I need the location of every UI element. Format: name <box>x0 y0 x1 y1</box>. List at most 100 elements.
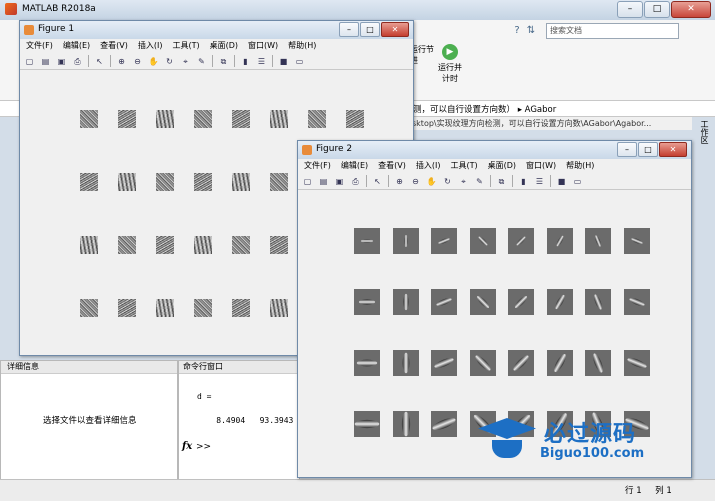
menu-window[interactable]: 窗口(W) <box>526 159 556 173</box>
zoom-in-icon[interactable]: ⊕ <box>394 176 405 187</box>
menu-file[interactable]: 文件(F) <box>26 39 53 53</box>
texture-tile <box>194 173 212 191</box>
hide-tools-icon[interactable]: ■ <box>278 56 289 67</box>
zoom-in-icon[interactable]: ⊕ <box>116 56 127 67</box>
run-icon: ▶ <box>442 44 458 60</box>
print-icon[interactable]: ⎙ <box>72 56 83 67</box>
open-icon[interactable]: ▤ <box>40 56 51 67</box>
menu-help[interactable]: 帮助(H) <box>566 159 594 173</box>
texture-tile <box>156 236 174 254</box>
menu-tools[interactable]: 工具(T) <box>450 159 477 173</box>
main-window-controls: – □ ✕ <box>616 1 711 18</box>
menu-window[interactable]: 窗口(W) <box>248 39 278 53</box>
new-figure-icon[interactable]: ▢ <box>302 176 313 187</box>
menu-file[interactable]: 文件(F) <box>304 159 331 173</box>
texture-tile <box>80 110 98 128</box>
figure1-title: Figure 1 <box>38 24 75 34</box>
save-icon[interactable]: ▣ <box>334 176 345 187</box>
minimize-button[interactable]: – <box>617 142 637 157</box>
gabor-tile <box>469 228 496 254</box>
texture-tile <box>232 110 250 128</box>
close-button[interactable]: ✕ <box>671 1 711 18</box>
colorbar-icon[interactable]: ▮ <box>518 176 529 187</box>
save-icon[interactable]: ▣ <box>56 56 67 67</box>
print-icon[interactable]: ⎙ <box>350 176 361 187</box>
pointer-icon[interactable]: ↖ <box>94 56 105 67</box>
help-icon[interactable]: ? <box>510 24 524 38</box>
data-cursor-icon[interactable]: ⌖ <box>458 176 469 187</box>
gabor-tile <box>546 350 573 376</box>
close-button[interactable]: ✕ <box>381 22 409 37</box>
rotate-icon[interactable]: ↻ <box>442 176 453 187</box>
menu-view[interactable]: 查看(V) <box>100 39 128 53</box>
menu-view[interactable]: 查看(V) <box>378 159 406 173</box>
gabor-kernel <box>554 234 565 248</box>
menu-help[interactable]: 帮助(H) <box>288 39 316 53</box>
function-icon[interactable]: fx <box>182 441 192 452</box>
watermark-brand: 必过源码 <box>544 422 637 447</box>
minimize-button[interactable]: – <box>339 22 359 37</box>
texture-tile <box>194 110 212 128</box>
menu-desktop[interactable]: 桌面(D) <box>210 39 238 53</box>
data-cursor-icon[interactable]: ⌖ <box>180 56 191 67</box>
gabor-tile <box>585 289 611 315</box>
link-icon[interactable]: ⧉ <box>496 176 507 187</box>
texture-tile <box>118 299 136 317</box>
arrow-icon[interactable]: ⇅ <box>524 24 538 38</box>
search-input[interactable]: 搜索文档 <box>546 23 679 39</box>
texture-tile <box>270 236 288 254</box>
run-and-time-button[interactable]: ▶ 运行并 计时 <box>435 44 465 84</box>
new-figure-icon[interactable]: ▢ <box>24 56 35 67</box>
maximize-button[interactable]: □ <box>360 22 380 37</box>
command-window[interactable]: 命令行窗口 d = 8.4904 93.3943 fx >> <box>178 360 300 480</box>
gabor-tile <box>469 350 496 376</box>
pointer-icon[interactable]: ↖ <box>372 176 383 187</box>
menu-insert[interactable]: 插入(I) <box>138 39 163 53</box>
menu-desktop[interactable]: 桌面(D) <box>488 159 516 173</box>
menu-edit[interactable]: 编辑(E) <box>63 39 90 53</box>
colorbar-icon[interactable]: ▮ <box>240 56 251 67</box>
menu-edit[interactable]: 编辑(E) <box>341 159 368 173</box>
link-icon[interactable]: ⧉ <box>218 56 229 67</box>
dock-icon[interactable]: ▭ <box>572 176 583 187</box>
gabor-kernel <box>630 236 643 246</box>
zoom-out-icon[interactable]: ⊖ <box>410 176 421 187</box>
rotate-icon[interactable]: ↻ <box>164 56 175 67</box>
dock-icon[interactable]: ▭ <box>294 56 305 67</box>
gabor-kernel <box>402 293 409 311</box>
texture-tile <box>270 173 288 191</box>
maximize-button[interactable]: □ <box>644 1 670 18</box>
workspace-label[interactable]: 工作区 <box>696 120 710 144</box>
gabor-kernel <box>551 352 568 374</box>
minimize-button[interactable]: – <box>617 1 643 18</box>
legend-icon[interactable]: ☰ <box>534 176 545 187</box>
legend-icon[interactable]: ☰ <box>256 56 267 67</box>
texture-tile <box>270 299 288 317</box>
texture-tile <box>308 110 326 128</box>
gabor-tile <box>585 228 611 254</box>
hide-tools-icon[interactable]: ■ <box>556 176 567 187</box>
gabor-kernel <box>472 353 493 373</box>
close-button[interactable]: ✕ <box>659 142 687 157</box>
pan-icon[interactable]: ✋ <box>426 176 437 187</box>
figure2-menubar: 文件(F) 编辑(E) 查看(V) 插入(I) 工具(T) 桌面(D) 窗口(W… <box>298 159 691 173</box>
texture-tile <box>232 236 250 254</box>
pan-icon[interactable]: ✋ <box>148 56 159 67</box>
command-prompt[interactable]: >> <box>196 442 211 452</box>
gabor-kernel <box>358 299 376 305</box>
open-icon[interactable]: ▤ <box>318 176 329 187</box>
figure2-toolbar: ▢ ▤ ▣ ⎙ ↖ ⊕ ⊖ ✋ ↻ ⌖ ✎ ⧉ ▮ ☰ ■ ▭ <box>298 173 691 190</box>
gabor-tile <box>431 411 457 437</box>
brush-icon[interactable]: ✎ <box>196 56 207 67</box>
menu-tools[interactable]: 工具(T) <box>172 39 199 53</box>
texture-tile <box>80 236 98 254</box>
brush-icon[interactable]: ✎ <box>474 176 485 187</box>
maximize-button[interactable]: □ <box>638 142 658 157</box>
menu-insert[interactable]: 插入(I) <box>416 159 441 173</box>
figure1-titlebar: Figure 1 – □ ✕ <box>20 21 413 39</box>
zoom-out-icon[interactable]: ⊖ <box>132 56 143 67</box>
watermark-url: Biguo100.com <box>540 446 645 461</box>
line-value: 1 <box>636 486 642 496</box>
gabor-tile <box>508 228 534 254</box>
quick-access-toolbar: ? ⇅ <box>510 24 538 38</box>
